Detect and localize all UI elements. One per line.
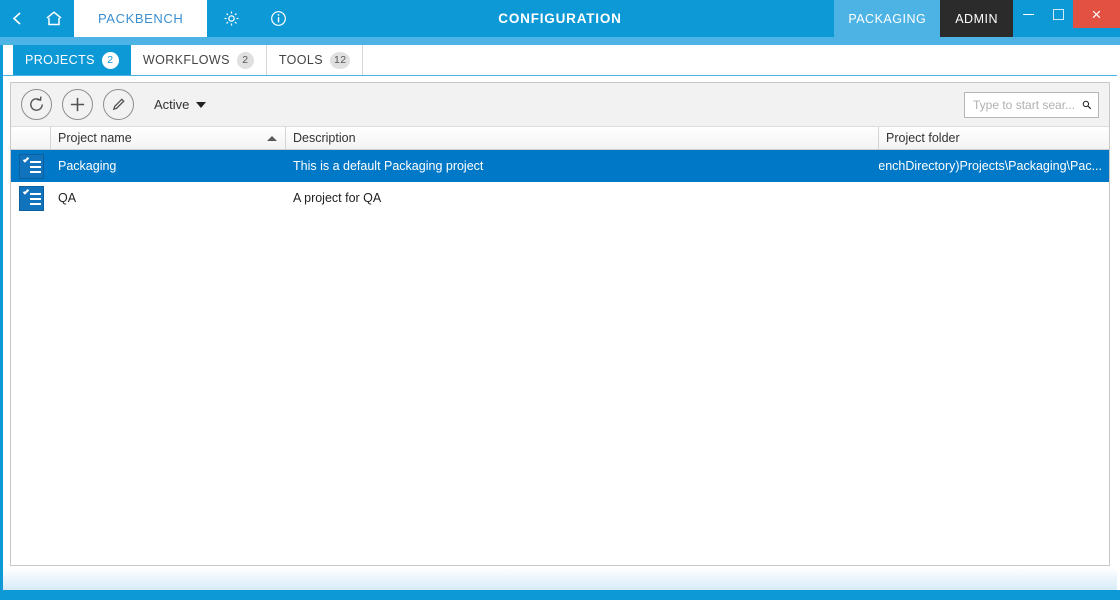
application-window: PACKBENCH CONFIGURATION PACKAGING <box>0 0 1120 600</box>
app-tab-label: PACKBENCH <box>98 11 183 26</box>
grid-header-project-folder[interactable]: Project folder <box>879 127 1109 149</box>
home-button[interactable] <box>34 0 74 37</box>
row-icon-cell <box>11 150 51 182</box>
tab-workflows-label: WORKFLOWS <box>143 53 230 67</box>
row-project-folder: ($BenchDirectory)Projects\Packaging\Pac.… <box>879 150 1109 182</box>
home-icon <box>45 10 63 27</box>
add-project-button[interactable] <box>62 89 93 120</box>
tab-workflows-count: 2 <box>237 52 254 69</box>
plus-circle-icon <box>69 96 86 113</box>
row-project-name: Packaging <box>51 150 286 182</box>
status-filter-label: Active <box>154 97 189 112</box>
project-checklist-icon <box>19 154 44 179</box>
sort-ascending-icon <box>267 136 277 141</box>
title-bar-accent-strip <box>0 37 1120 45</box>
row-description: This is a default Packaging project <box>286 150 879 182</box>
tab-projects-count: 2 <box>102 52 119 69</box>
title-bar-right: PACKAGING ADMIN × <box>834 0 1120 37</box>
refresh-icon <box>27 95 46 114</box>
user-badge-label: ADMIN <box>955 12 998 26</box>
maximize-icon <box>1053 9 1064 20</box>
window-controls: × <box>1013 0 1120 37</box>
tab-tools-count: 12 <box>330 52 350 69</box>
row-icon-cell <box>11 182 51 214</box>
projects-grid: Project name Description Project folder <box>11 127 1109 565</box>
info-icon <box>270 10 287 27</box>
table-row[interactable]: QA A project for QA <box>11 182 1109 214</box>
refresh-button[interactable] <box>21 89 52 120</box>
search-input[interactable] <box>973 98 1082 112</box>
tab-workflows[interactable]: WORKFLOWS 2 <box>131 45 267 75</box>
grid-header-row: Project name Description Project folder <box>11 127 1109 150</box>
tab-projects-label: PROJECTS <box>25 53 95 67</box>
user-badge-admin[interactable]: ADMIN <box>940 0 1013 37</box>
back-button[interactable] <box>0 0 34 37</box>
context-badge-label: PACKAGING <box>848 12 926 26</box>
pencil-circle-icon <box>110 96 127 113</box>
tab-projects[interactable]: PROJECTS 2 <box>13 45 131 75</box>
tab-strip: PROJECTS 2 WORKFLOWS 2 TOOLS 12 <box>3 45 1117 76</box>
grid-header-project-name-label: Project name <box>58 131 132 145</box>
minimize-button[interactable] <box>1013 0 1043 28</box>
chevron-left-icon <box>11 11 24 26</box>
minimize-icon <box>1023 14 1034 15</box>
info-button[interactable] <box>255 0 301 37</box>
title-bar: PACKBENCH CONFIGURATION PACKAGING <box>0 0 1120 37</box>
grid-body: Packaging This is a default Packaging pr… <box>11 150 1109 565</box>
close-icon: × <box>1092 6 1102 23</box>
table-row[interactable]: Packaging This is a default Packaging pr… <box>11 150 1109 182</box>
grid-header-description-label: Description <box>293 131 356 145</box>
maximize-button[interactable] <box>1043 0 1073 28</box>
page-title-text: CONFIGURATION <box>498 11 621 26</box>
grid-header-project-folder-label: Project folder <box>886 131 960 145</box>
content-pane: Active <box>3 76 1117 590</box>
row-project-folder <box>879 182 1109 214</box>
grid-header-description[interactable]: Description <box>286 127 879 149</box>
grid-toolbar: Active <box>11 83 1109 127</box>
row-description: A project for QA <box>286 182 879 214</box>
search-box[interactable] <box>964 92 1099 118</box>
bottom-accent-bar <box>0 590 1120 600</box>
chevron-down-icon <box>196 102 206 108</box>
status-filter-dropdown[interactable]: Active <box>154 97 206 112</box>
grid-header-project-name[interactable]: Project name <box>51 127 286 149</box>
tab-tools[interactable]: TOOLS 12 <box>267 45 364 75</box>
tab-tools-label: TOOLS <box>279 53 323 67</box>
close-button[interactable]: × <box>1073 0 1120 28</box>
context-badge-packaging[interactable]: PACKAGING <box>834 0 940 37</box>
window-body: PROJECTS 2 WORKFLOWS 2 TOOLS 12 <box>0 45 1120 590</box>
project-checklist-icon <box>19 186 44 211</box>
gear-icon <box>223 10 240 27</box>
projects-panel: Active <box>10 82 1110 566</box>
search-icon[interactable] <box>1082 98 1092 112</box>
grid-header-gutter <box>11 127 51 149</box>
app-tab-packbench[interactable]: PACKBENCH <box>74 0 207 37</box>
row-project-name: QA <box>51 182 286 214</box>
settings-button[interactable] <box>207 0 255 37</box>
edit-project-button[interactable] <box>103 89 134 120</box>
